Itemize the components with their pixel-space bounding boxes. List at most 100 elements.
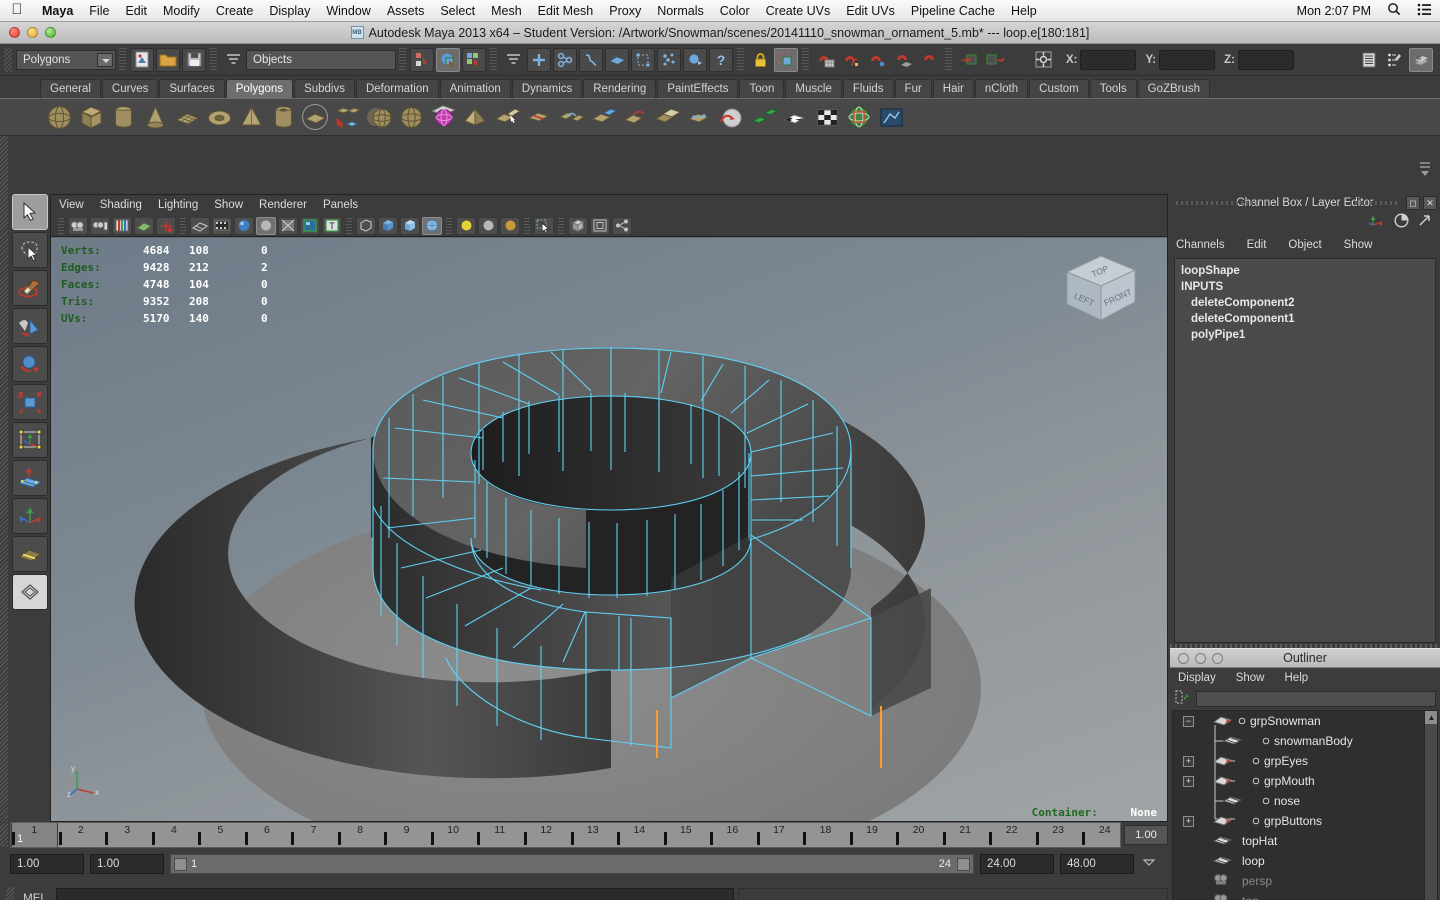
save-scene-button[interactable] (182, 47, 206, 72)
shelf-tab-animation[interactable]: Animation (439, 79, 511, 98)
mask-dynamics-button[interactable] (657, 47, 681, 72)
smooth-preview-icon[interactable] (422, 216, 442, 235)
select-by-hierarchy-button[interactable] (410, 47, 434, 72)
select-tool-button[interactable] (12, 194, 48, 230)
collapse-expander-icon[interactable]: − (1183, 715, 1194, 727)
outliner-search-input[interactable] (1196, 691, 1436, 707)
shelf-tab-hair[interactable]: Hair (932, 79, 974, 98)
scroll-up-icon[interactable]: ▲ (1425, 711, 1437, 724)
all-lights-icon[interactable] (500, 216, 520, 235)
outliner-menu-show[interactable]: Show (1236, 672, 1265, 684)
snap-to-curves-icon[interactable] (839, 48, 863, 72)
last-tool-used-button[interactable] (12, 536, 48, 572)
x-coordinate-input[interactable] (1080, 49, 1137, 70)
extrude-icon[interactable] (492, 102, 522, 132)
outliner-item-grpbuttons[interactable]: + grpButtons (1173, 811, 1437, 831)
mask-joints-button[interactable] (553, 47, 577, 72)
image-plane-icon[interactable] (134, 216, 154, 235)
shelf-tab-deformation[interactable]: Deformation (355, 79, 439, 98)
move-axis-icon[interactable] (1367, 213, 1386, 233)
poly-plane-icon[interactable] (172, 102, 202, 132)
shelf-tab-custom[interactable]: Custom (1029, 79, 1089, 98)
snap-to-grids-icon[interactable] (813, 48, 837, 72)
playback-speed-field[interactable]: 1.00 (1124, 825, 1168, 845)
mask-misc-button[interactable]: ? (709, 47, 733, 72)
os-menu-item-create-uvs[interactable]: Create UVs (758, 0, 839, 22)
transform-center-icon[interactable] (1032, 48, 1056, 72)
shelf-tab-painteffects[interactable]: PaintEffects (657, 79, 739, 98)
outliner-item-grpmouth[interactable]: + grpMouth (1173, 771, 1437, 791)
os-menu-item-color[interactable]: Color (712, 0, 758, 22)
command-line-grip[interactable] (6, 887, 14, 900)
z-coordinate-input[interactable] (1238, 49, 1294, 70)
range-slider[interactable]: 1 24 (170, 854, 974, 874)
channel-box-entry-loopshape[interactable]: loopShape (1181, 263, 1435, 279)
poly-cone-icon[interactable] (140, 102, 170, 132)
outliner-item-grpsnowman[interactable]: − grpSnowman (1173, 711, 1437, 731)
mirror-geometry-icon[interactable] (460, 102, 490, 132)
shelf-tab-gozbrush[interactable]: GoZBrush (1137, 79, 1211, 98)
viewport-menu-lighting[interactable]: Lighting (158, 199, 198, 211)
range-slider-left-handle[interactable] (174, 858, 187, 871)
outliner-scrollbar[interactable]: ▲ ▼ (1424, 711, 1437, 900)
os-menu-item-proxy[interactable]: Proxy (601, 0, 649, 22)
viewport-3d-view[interactable]: Verts: 4684 108 0 Edges: 9428 212 2 Face… (51, 238, 1168, 822)
mask-rendering-button[interactable] (683, 47, 707, 72)
open-scene-button[interactable] (156, 47, 180, 72)
channel-box-grip-left[interactable] (1176, 201, 1260, 205)
outliner-item-tophat[interactable]: topHat (1173, 831, 1437, 851)
mask-deformations-button[interactable] (631, 47, 655, 72)
channel-box-menu-show[interactable]: Show (1344, 239, 1373, 251)
os-menu-item-assets[interactable]: Assets (379, 0, 433, 22)
mask-hierarchy-icon[interactable] (501, 48, 525, 72)
channel-box-entry-deletecomponent2[interactable]: deleteComponent2 (1181, 295, 1435, 311)
shelf-tab-surfaces[interactable]: Surfaces (159, 79, 225, 98)
os-menu-item-edit[interactable]: Edit (117, 0, 155, 22)
scale-tool-button[interactable] (12, 384, 48, 420)
pipe-mesh-render[interactable] (51, 238, 1168, 822)
show-channel-box-icon[interactable] (1409, 47, 1433, 72)
range-slider-right-handle[interactable] (957, 858, 970, 871)
mel-label[interactable]: MEL (14, 893, 56, 900)
wireframe-shading-icon[interactable] (190, 216, 210, 235)
channel-box-list[interactable]: loopShape INPUTS deleteComponent2 delete… (1174, 258, 1436, 643)
channel-box-close-button[interactable]: ✕ (1423, 196, 1437, 210)
os-menu-item-maya[interactable]: Maya (34, 0, 81, 22)
mask-curves-button[interactable] (579, 47, 603, 72)
shelf-tab-fur[interactable]: Fur (894, 79, 932, 98)
select-by-object-type-button[interactable] (436, 47, 460, 72)
screen-space-ao-icon[interactable] (278, 216, 298, 235)
boolean-union-icon[interactable] (396, 102, 426, 132)
outliner-tree[interactable]: − grpSnowman snowmanBody + grpEyes + grp… (1172, 710, 1438, 900)
shaded-cube-icon[interactable] (378, 216, 398, 235)
poly-cylinder-icon[interactable] (108, 102, 138, 132)
combine-icon[interactable] (332, 102, 362, 132)
show-tool-settings-icon[interactable] (1383, 48, 1407, 72)
os-menu-item-file[interactable]: File (81, 0, 117, 22)
os-menu-item-window[interactable]: Window (318, 0, 378, 22)
append-polygon-icon[interactable] (588, 102, 618, 132)
duplicate-face-icon[interactable] (652, 102, 682, 132)
mask-surfaces-button[interactable] (605, 47, 629, 72)
construction-history-off-icon[interactable] (982, 48, 1006, 72)
expand-expander-icon-eyes[interactable]: + (1183, 755, 1194, 767)
mask-handles-button[interactable] (527, 47, 551, 72)
os-menu-item-modify[interactable]: Modify (155, 0, 208, 22)
move-tool-button[interactable] (12, 308, 48, 344)
range-end-field[interactable]: 24.00 (980, 854, 1054, 874)
shelf-tab-fluids[interactable]: Fluids (842, 79, 894, 98)
time-slider-track[interactable]: 1 1 2 3 4 5 6 7 8 9 10 11 12 13 14 15 16 17 18 19 20 21 22 23 2… (10, 822, 1121, 848)
outliner-item-snowmanbody[interactable]: snowmanBody (1173, 731, 1437, 751)
shelf-tab-curves[interactable]: Curves (101, 79, 159, 98)
outliner-menu-display[interactable]: Display (1178, 672, 1216, 684)
poly-prism-icon[interactable] (300, 102, 330, 132)
statusline-grip[interactable] (4, 47, 12, 72)
viewport-share-icon[interactable] (612, 216, 632, 235)
construction-history-on-icon[interactable] (956, 48, 980, 72)
mel-command-input[interactable] (56, 888, 734, 900)
viewport-menu-renderer[interactable]: Renderer (259, 199, 307, 211)
shelf-tab-dynamics[interactable]: Dynamics (511, 79, 583, 98)
shelf-tab-muscle[interactable]: Muscle (785, 79, 842, 98)
half-circle-icon[interactable] (1394, 213, 1409, 233)
xray-joints-icon[interactable] (400, 216, 420, 235)
